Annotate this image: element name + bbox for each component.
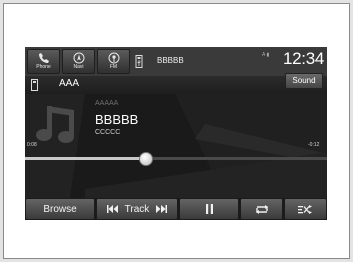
remaining-time: -0:12 [308, 142, 320, 148]
progress-bar[interactable] [25, 157, 327, 160]
skip-back-icon[interactable] [106, 205, 118, 213]
track-title: BBBBB [95, 112, 139, 127]
phone-label: Phone [36, 64, 51, 70]
usb-icon [135, 55, 143, 68]
phone-icon [38, 53, 49, 63]
repeat-button[interactable] [240, 198, 283, 220]
source-name: BBBBB [157, 56, 184, 65]
top-bar: Phone Navi FM BBBBB A ▮ 12:34 [25, 47, 327, 76]
fm-icon [108, 52, 119, 64]
pause-icon [205, 204, 213, 214]
status-indicator: A ▮ [262, 52, 270, 58]
sound-button[interactable]: Sound [285, 73, 323, 89]
progress-knob[interactable] [138, 152, 153, 166]
navi-label: Navi [73, 64, 84, 70]
shuffle-icon [298, 204, 312, 214]
track-label: Track [124, 203, 150, 215]
repeat-icon [255, 204, 268, 214]
fm-button[interactable]: FM [97, 49, 130, 74]
clock: 12:34 [283, 49, 325, 68]
navi-icon [73, 52, 84, 64]
progress-fill [25, 157, 146, 160]
artist-name: CCCCC [95, 129, 121, 136]
browse-button[interactable]: Browse [25, 198, 95, 220]
track-control[interactable]: Track [96, 198, 178, 220]
phone-button[interactable]: Phone [27, 49, 60, 74]
control-bar: Browse Track [25, 198, 327, 220]
skip-forward-icon[interactable] [156, 205, 168, 213]
folder-name: AAA [59, 78, 80, 89]
music-note-icon [36, 106, 74, 143]
fm-label: FM [109, 64, 118, 70]
elapsed-time: 0:08 [27, 142, 37, 148]
pause-button[interactable] [179, 198, 239, 220]
shuffle-button[interactable] [284, 198, 327, 220]
folder-bar: AAA [25, 76, 327, 94]
navi-button[interactable]: Navi [62, 49, 95, 74]
album-name: AAAAA [95, 100, 119, 107]
browse-label: Browse [43, 203, 77, 215]
audio-screen: Phone Navi FM BBBBB A ▮ 12:34 AAA Sound … [25, 47, 327, 220]
usb-small-icon [31, 79, 38, 91]
